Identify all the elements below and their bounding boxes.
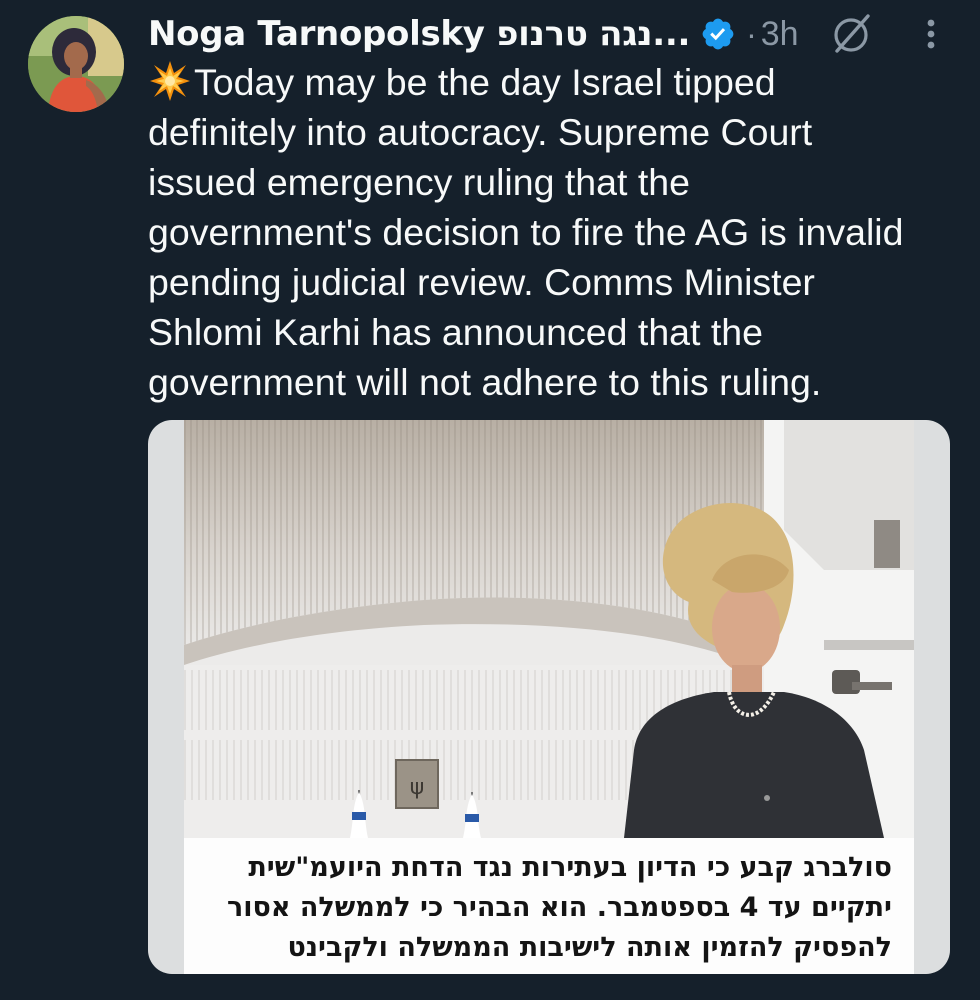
tweet-text-line-7: government will not adhere to this rulin… <box>148 361 822 403</box>
collision-emoji-icon <box>148 59 192 103</box>
media-caption: סולברג קבע כי הדיון בעתירות נגד הדחת היו… <box>184 838 914 974</box>
media-image: ψ סולברג קבע כי הדיון בעתירות נגד הדחת ה… <box>184 420 914 974</box>
tweet-text-line-1: Today may be the day Israel tipped <box>194 61 776 103</box>
post-time[interactable]: 3h <box>761 15 799 54</box>
caption-line-1: סולברג קבע כי הדיון בעתירות נגד הדחת היו… <box>248 852 892 883</box>
tweet-text-line-6: Shlomi Karhi has announced that the <box>148 311 763 353</box>
post-header: Noga Tarnopolsky נגה טרנופ... · 3h <box>148 8 799 60</box>
tweet-text: Today may be the day Israel tipped defin… <box>148 57 968 407</box>
courtroom-photo: ψ <box>184 420 914 838</box>
more-options-icon[interactable] <box>916 14 946 54</box>
tweet-text-line-4: government's decision to fire the AG is … <box>148 211 904 253</box>
separator-dot: · <box>746 15 757 52</box>
tweet-text-line-3: issued emergency ruling that the <box>148 161 690 203</box>
tweet-text-line-2: definitely into autocracy. Supreme Court <box>148 111 813 153</box>
svg-text:ψ: ψ <box>410 775 425 800</box>
profile-photo-icon <box>28 16 124 112</box>
tweet-text-line-5: pending judicial review. Comms Minister <box>148 261 815 303</box>
author-name[interactable]: Noga Tarnopolsky נגה טרנופ... <box>148 14 690 54</box>
caption-line-2: יתקיים עד 4 בספטמבר. הוא הבהיר כי לממשלה… <box>226 892 892 923</box>
tweet-text-line: Today may be the day Israel tipped <box>148 57 968 107</box>
tweet[interactable]: Noga Tarnopolsky נגה טרנופ... · 3h Today… <box>0 0 980 1000</box>
avatar[interactable] <box>28 16 124 112</box>
grok-icon[interactable] <box>828 10 874 56</box>
caption-line-3: להפסיק להזמין אותה לישיבות הממשלה ולקבינ… <box>287 932 892 963</box>
post-media[interactable]: ψ סולברג קבע כי הדיון בעתירות נגד הדחת ה… <box>148 420 950 974</box>
verified-badge-icon[interactable] <box>700 16 736 52</box>
